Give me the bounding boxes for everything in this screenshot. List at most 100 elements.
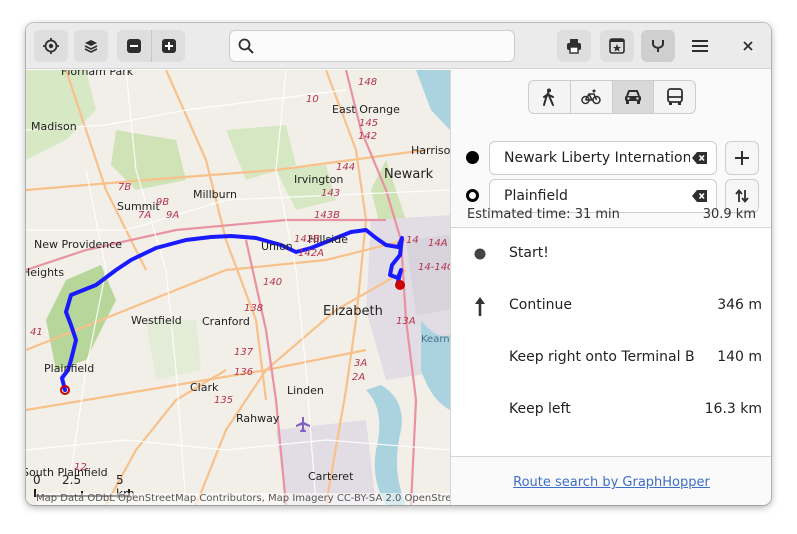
instruction-distance: 346 m	[717, 297, 762, 313]
road-number: 142A	[298, 248, 324, 259]
map-label: Heights	[26, 266, 64, 279]
mode-bike-button[interactable]	[571, 81, 613, 113]
instruction-text: Keep right onto Terminal B	[509, 349, 695, 365]
road-number: 9A	[166, 210, 179, 221]
instruction-row[interactable]: Start!	[451, 228, 771, 280]
instruction-row[interactable]: Continue 346 m	[451, 280, 771, 332]
road-number: 135	[214, 395, 233, 406]
road-number: 145	[359, 118, 378, 129]
mode-transit-button[interactable]	[654, 81, 695, 113]
transport-mode-selector	[528, 80, 696, 114]
map-label: Newark	[384, 167, 434, 182]
instruction-row[interactable]: Keep right onto Terminal B 140 m	[451, 332, 771, 384]
map-view[interactable]: Florham Park Madison Summit Millburn Irv…	[26, 70, 450, 505]
road-number: 140	[263, 277, 282, 288]
route-icon	[652, 40, 664, 52]
road-number: 10	[306, 94, 319, 105]
road-number: 41	[30, 327, 43, 338]
road-number: 136	[234, 367, 253, 378]
transit-icon	[666, 88, 683, 105]
road-number: 142B	[294, 234, 320, 245]
map-attribution: Map Data ODbL OpenStreetMap Contributors…	[36, 493, 450, 505]
road-number: 14	[406, 235, 419, 246]
map-label: Millburn	[193, 188, 237, 201]
estimated-time: Estimated time: 31 min	[467, 207, 620, 222]
scale-label: 0	[33, 473, 41, 487]
locate-icon	[43, 38, 59, 54]
clear-icon[interactable]	[692, 151, 708, 165]
menu-icon	[692, 40, 708, 52]
walk-icon	[543, 88, 555, 106]
map-canvas: Florham Park Madison Summit Millburn Irv…	[26, 70, 450, 505]
map-label: Irvington	[294, 173, 343, 186]
map-label: Rahway	[236, 412, 280, 425]
mode-walk-button[interactable]	[529, 81, 571, 113]
road-number: 138	[244, 303, 263, 314]
start-input[interactable]	[504, 142, 690, 174]
search-input[interactable]	[260, 31, 510, 61]
layers-button[interactable]	[74, 30, 108, 62]
locate-button[interactable]	[34, 30, 68, 62]
zoom-in-button[interactable]	[151, 30, 185, 62]
close-icon	[743, 41, 753, 51]
road-number: 7A	[138, 210, 151, 221]
instruction-text: Start!	[509, 245, 549, 261]
route-sidebar: Estimated time: 31 min 30.9 km Start! Co…	[450, 70, 771, 505]
instruction-text: Keep left	[509, 401, 571, 417]
map-label: East Orange	[332, 103, 400, 116]
search-icon	[238, 38, 254, 54]
instruction-text: Continue	[509, 297, 572, 313]
waypoint-row-start	[451, 141, 771, 175]
start-dot-icon	[471, 244, 489, 264]
close-button[interactable]	[731, 30, 765, 62]
clear-icon[interactable]	[692, 189, 708, 203]
menu-button[interactable]	[683, 30, 717, 62]
instruction-distance: 140 m	[717, 349, 762, 365]
map-label: Madison	[31, 120, 77, 133]
app-window: Florham Park Madison Summit Millburn Irv…	[26, 23, 771, 505]
graphhopper-credit-link[interactable]: Route search by GraphHopper	[451, 475, 771, 490]
map-label: Carteret	[308, 470, 354, 483]
zoom-out-button[interactable]	[117, 30, 151, 62]
instruction-row[interactable]: Keep left 16.3 km	[451, 384, 771, 436]
favorites-icon	[609, 38, 625, 54]
map-label: Union	[261, 240, 293, 253]
road-number: 148	[358, 77, 377, 88]
turn-instructions-list: Start! Continue 346 m Keep right onto Te…	[451, 227, 771, 457]
map-label: Linden	[287, 384, 324, 397]
route-button[interactable]	[641, 30, 675, 62]
swap-icon	[735, 189, 749, 203]
map-label: Kearny	[421, 334, 450, 345]
map-label: Clark	[190, 381, 219, 394]
map-label: Westfield	[131, 314, 182, 327]
mode-car-button[interactable]	[612, 81, 655, 113]
map-label: Plainfield	[44, 362, 94, 375]
bike-icon	[581, 89, 601, 105]
road-number: 143	[321, 188, 340, 199]
start-entry[interactable]	[489, 141, 717, 175]
total-distance: 30.9 km	[702, 207, 756, 222]
keep-right-icon	[471, 348, 489, 368]
road-number: 3A	[354, 358, 367, 369]
road-number: 144	[336, 162, 355, 173]
add-via-button[interactable]	[725, 141, 759, 175]
favorites-button[interactable]	[600, 30, 634, 62]
keep-left-icon	[471, 400, 489, 420]
headerbar	[26, 23, 771, 69]
map-label: Elizabeth	[323, 304, 383, 319]
road-number: 2A	[352, 372, 365, 383]
plus-icon	[735, 151, 749, 165]
arrow-up-icon	[471, 296, 489, 316]
zoom-out-icon	[127, 39, 141, 53]
end-ring-icon	[466, 189, 479, 202]
search-entry[interactable]	[229, 30, 515, 62]
map-label: Florham Park	[61, 70, 134, 78]
print-button[interactable]	[557, 30, 591, 62]
road-number: 142	[358, 131, 377, 142]
map-label: New Providence	[34, 238, 122, 251]
road-number: 137	[234, 347, 254, 358]
map-label: Harrison	[411, 144, 450, 157]
road-number: 13A	[396, 316, 416, 327]
scale-label: 2.5	[62, 473, 82, 487]
route-summary: Estimated time: 31 min 30.9 km	[451, 204, 771, 226]
